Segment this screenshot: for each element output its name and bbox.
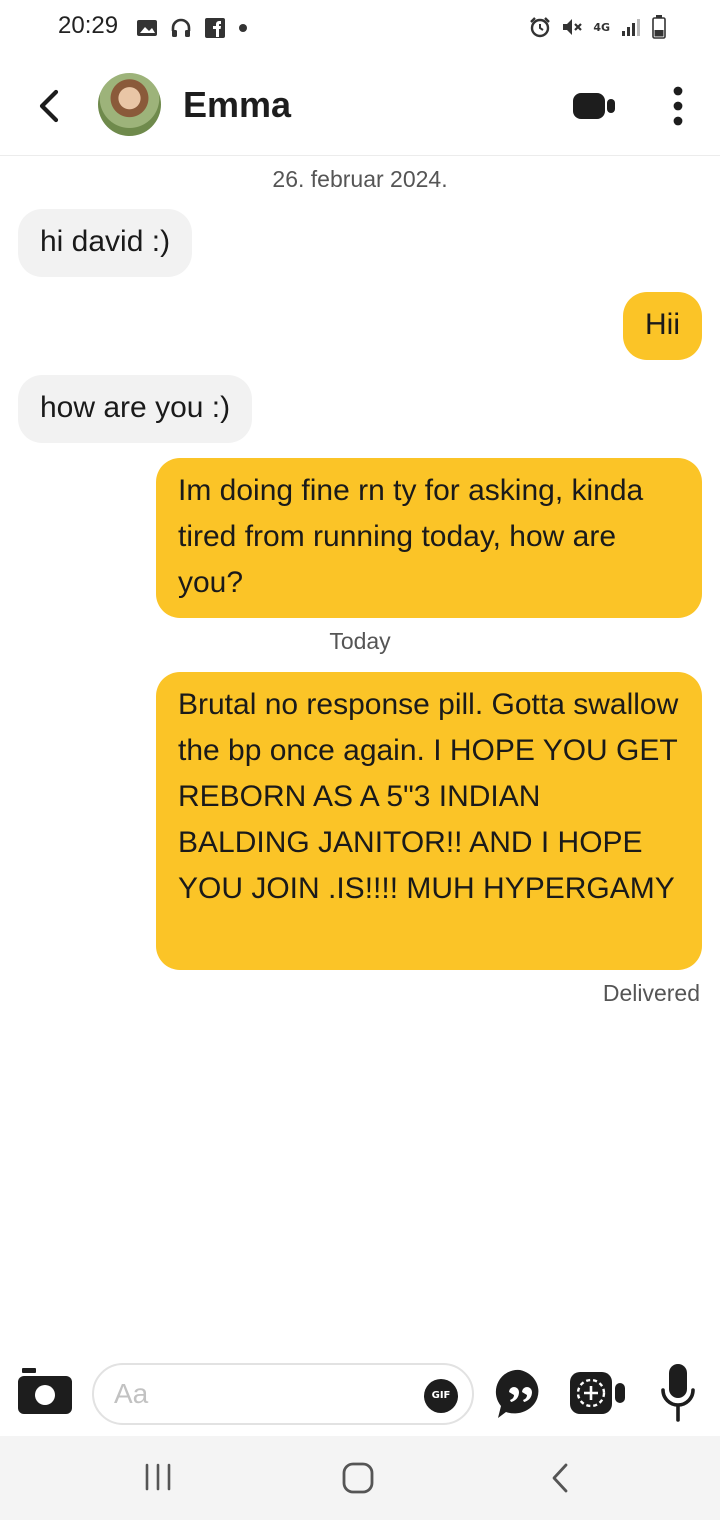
contact-name[interactable]: Emma xyxy=(183,84,291,126)
date-separator: Today xyxy=(329,628,391,654)
system-nav-bar xyxy=(0,1436,720,1520)
signal-icon xyxy=(622,19,640,36)
status-bar: 20:29 4G xyxy=(0,0,720,56)
message-bubble-outgoing[interactable]: Brutal no response pill. Gotta swallow t… xyxy=(156,672,702,970)
message-input[interactable] xyxy=(114,1373,414,1415)
battery-icon xyxy=(652,15,666,39)
4g-icon: 4G xyxy=(593,20,610,34)
delivery-status: Delivered xyxy=(602,980,700,1006)
status-left-icons xyxy=(136,17,248,39)
status-right-icons: 4G xyxy=(529,15,666,39)
microphone-icon[interactable] xyxy=(660,1364,696,1422)
status-time: 20:29 xyxy=(58,12,119,39)
composer: GIF xyxy=(0,1356,720,1436)
date-separator: 26. februar 2024. xyxy=(272,166,448,192)
alarm-icon xyxy=(530,17,551,38)
more-vertical-icon[interactable] xyxy=(664,86,692,126)
recent-apps-icon[interactable] xyxy=(140,1462,176,1492)
chevron-left-icon[interactable] xyxy=(30,84,70,128)
gallery-icon xyxy=(137,20,157,36)
message-bubble-incoming[interactable]: how are you :) xyxy=(18,375,253,443)
avatar[interactable] xyxy=(98,73,161,136)
gif-button[interactable]: GIF xyxy=(424,1379,458,1413)
facebook-icon xyxy=(205,18,225,38)
back-icon[interactable] xyxy=(546,1460,576,1496)
mute-icon xyxy=(563,19,583,35)
message-bubble-outgoing[interactable]: Hii xyxy=(623,292,702,360)
video-camera-icon[interactable] xyxy=(571,90,617,122)
message-bubble-incoming[interactable]: hi david :) xyxy=(18,209,193,277)
chat-header: Emma xyxy=(0,56,720,156)
message-input-container[interactable]: GIF xyxy=(92,1363,474,1425)
headphones-icon xyxy=(171,18,191,37)
video-note-icon[interactable] xyxy=(568,1370,628,1416)
message-bubble-outgoing[interactable]: Im doing fine rn ty for asking, kinda ti… xyxy=(156,458,702,618)
dot-icon xyxy=(239,24,247,32)
camera-icon[interactable] xyxy=(18,1368,72,1414)
home-icon[interactable] xyxy=(338,1458,378,1498)
quote-icon[interactable] xyxy=(492,1366,548,1422)
